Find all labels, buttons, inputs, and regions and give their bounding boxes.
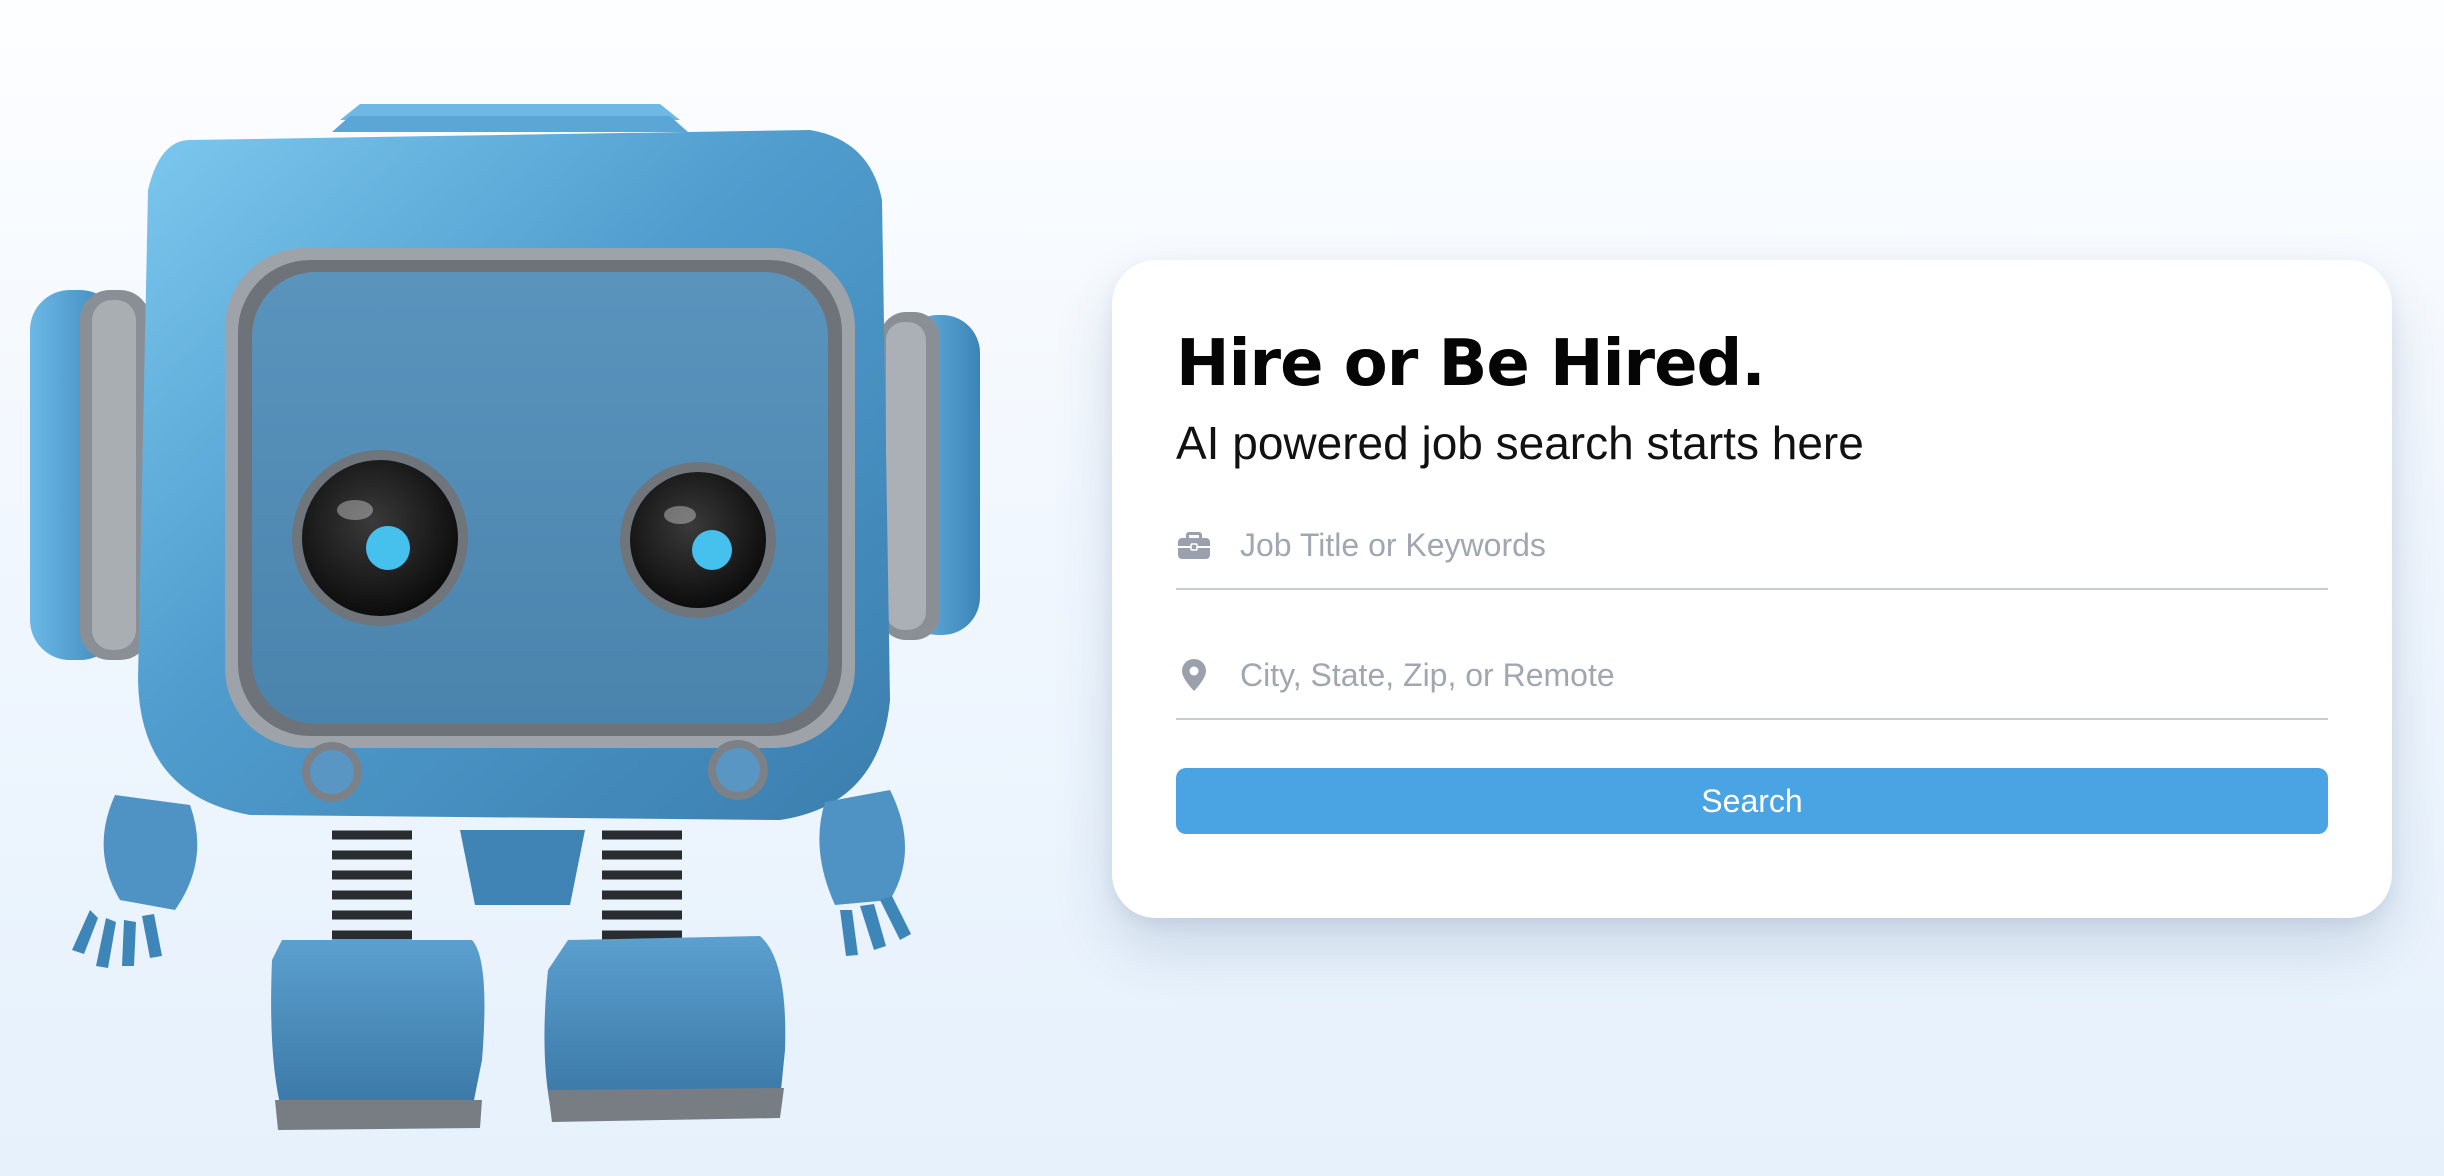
hero-section: Hire or Be Hired. AI powered job search … <box>0 0 2444 1176</box>
briefcase-icon <box>1176 527 1212 563</box>
location-field <box>1176 651 2328 720</box>
keywords-input[interactable] <box>1240 521 2328 569</box>
job-search-card: Hire or Be Hired. AI powered job search … <box>1112 260 2392 918</box>
search-button[interactable]: Search <box>1176 768 2328 834</box>
page-title: Hire or Be Hired. <box>1176 327 1766 401</box>
robot-mascot-illustration <box>20 60 980 1140</box>
map-pin-icon <box>1176 657 1212 693</box>
page-subtitle: AI powered job search starts here <box>1176 417 1864 469</box>
location-input[interactable] <box>1240 651 2328 699</box>
keywords-field <box>1176 521 2328 590</box>
